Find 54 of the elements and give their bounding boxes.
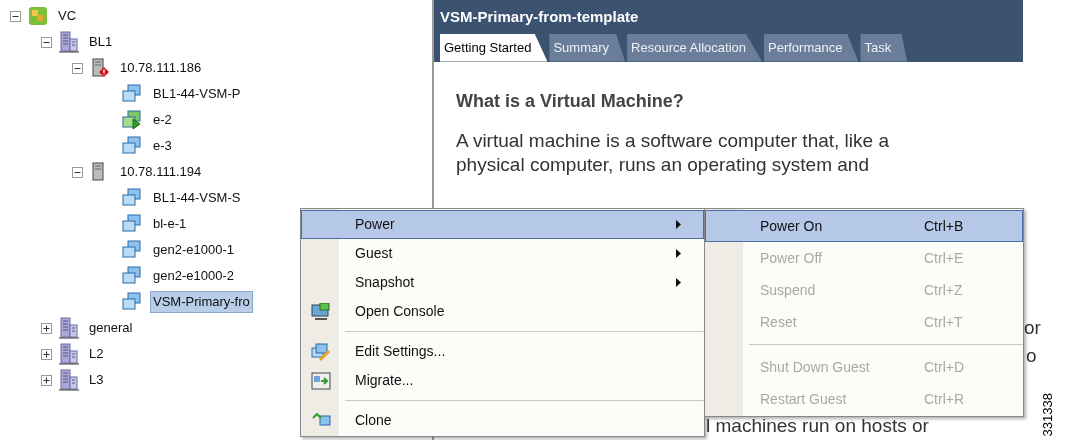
building-icon bbox=[59, 31, 79, 53]
tree-item[interactable]: gen2-e1000-1 bbox=[150, 239, 237, 261]
menu-item[interactable]: Open Console bbox=[301, 297, 704, 326]
migrate-icon bbox=[311, 371, 331, 390]
tree-item[interactable]: VC bbox=[55, 5, 80, 27]
paragraph-fragment: or bbox=[1024, 316, 1041, 340]
monitor-icon bbox=[311, 302, 331, 321]
building-icon bbox=[59, 343, 79, 365]
tab[interactable]: Performance bbox=[764, 33, 859, 62]
tree-item[interactable]: 10.78.111.186 bbox=[117, 57, 205, 79]
submenu-arrow-icon bbox=[676, 278, 681, 287]
building-icon bbox=[59, 317, 79, 339]
tree-item[interactable]: BL1-44-VSM-S bbox=[150, 187, 244, 209]
collapse-icon[interactable] bbox=[72, 166, 83, 178]
paragraph-fragment: o bbox=[1026, 344, 1037, 368]
tree-item[interactable]: BL1 bbox=[86, 31, 116, 53]
pencil-icon bbox=[311, 342, 331, 361]
paragraph-line: A virtual machine is a software computer that, like a bbox=[456, 128, 890, 153]
tab[interactable]: Getting Started bbox=[440, 33, 548, 62]
clone-icon bbox=[311, 412, 331, 429]
tab[interactable]: Summary bbox=[549, 33, 626, 62]
expand-icon[interactable] bbox=[41, 374, 52, 386]
menu-item[interactable]: Edit Settings... bbox=[301, 337, 704, 366]
menu-item[interactable]: Guest bbox=[301, 239, 704, 268]
paragraph-line: l machines run on hosts or bbox=[706, 414, 929, 438]
submenu-arrow-icon bbox=[676, 220, 681, 229]
tree-item[interactable]: e-2 bbox=[150, 109, 175, 131]
collapse-icon[interactable] bbox=[41, 36, 52, 48]
tree-item[interactable]: bl-e-1 bbox=[150, 213, 190, 235]
section-heading: What is a Virtual Machine? bbox=[456, 89, 685, 113]
menu-item[interactable]: Power bbox=[301, 210, 704, 239]
tree-item[interactable]: gen2-e1000-2 bbox=[150, 265, 237, 287]
tree-item[interactable]: L2 bbox=[86, 343, 107, 365]
figure-number: 331338 bbox=[1038, 392, 1056, 436]
tab[interactable]: Task bbox=[860, 33, 908, 62]
menu-item[interactable]: Snapshot bbox=[301, 268, 704, 297]
menu-item[interactable]: Clone bbox=[301, 406, 704, 435]
collapse-icon[interactable] bbox=[10, 10, 21, 22]
panel-title: VSM-Primary-from-template bbox=[440, 7, 640, 27]
tab[interactable]: Resource Allocation bbox=[627, 33, 762, 62]
submenu-arrow-icon bbox=[676, 249, 681, 258]
expand-icon[interactable] bbox=[41, 348, 52, 360]
tree-item[interactable]: BL1-44-VSM-P bbox=[150, 83, 244, 105]
menu-item[interactable]: Migrate... bbox=[301, 366, 704, 395]
tree-item[interactable]: general bbox=[86, 317, 136, 339]
tree-item[interactable]: VSM-Primary-fro bbox=[150, 291, 253, 313]
tree-item[interactable]: L3 bbox=[86, 369, 107, 391]
menu-item[interactable]: Power On Ctrl+B bbox=[705, 210, 1023, 242]
tree-item[interactable]: e-3 bbox=[150, 135, 175, 157]
paragraph-line: physical computer, runs an operating system and bbox=[456, 152, 870, 177]
building-icon bbox=[59, 369, 79, 391]
expand-icon[interactable] bbox=[41, 322, 52, 334]
collapse-icon[interactable] bbox=[72, 62, 83, 74]
tree-item[interactable]: 10.78.111.194 bbox=[117, 161, 205, 183]
